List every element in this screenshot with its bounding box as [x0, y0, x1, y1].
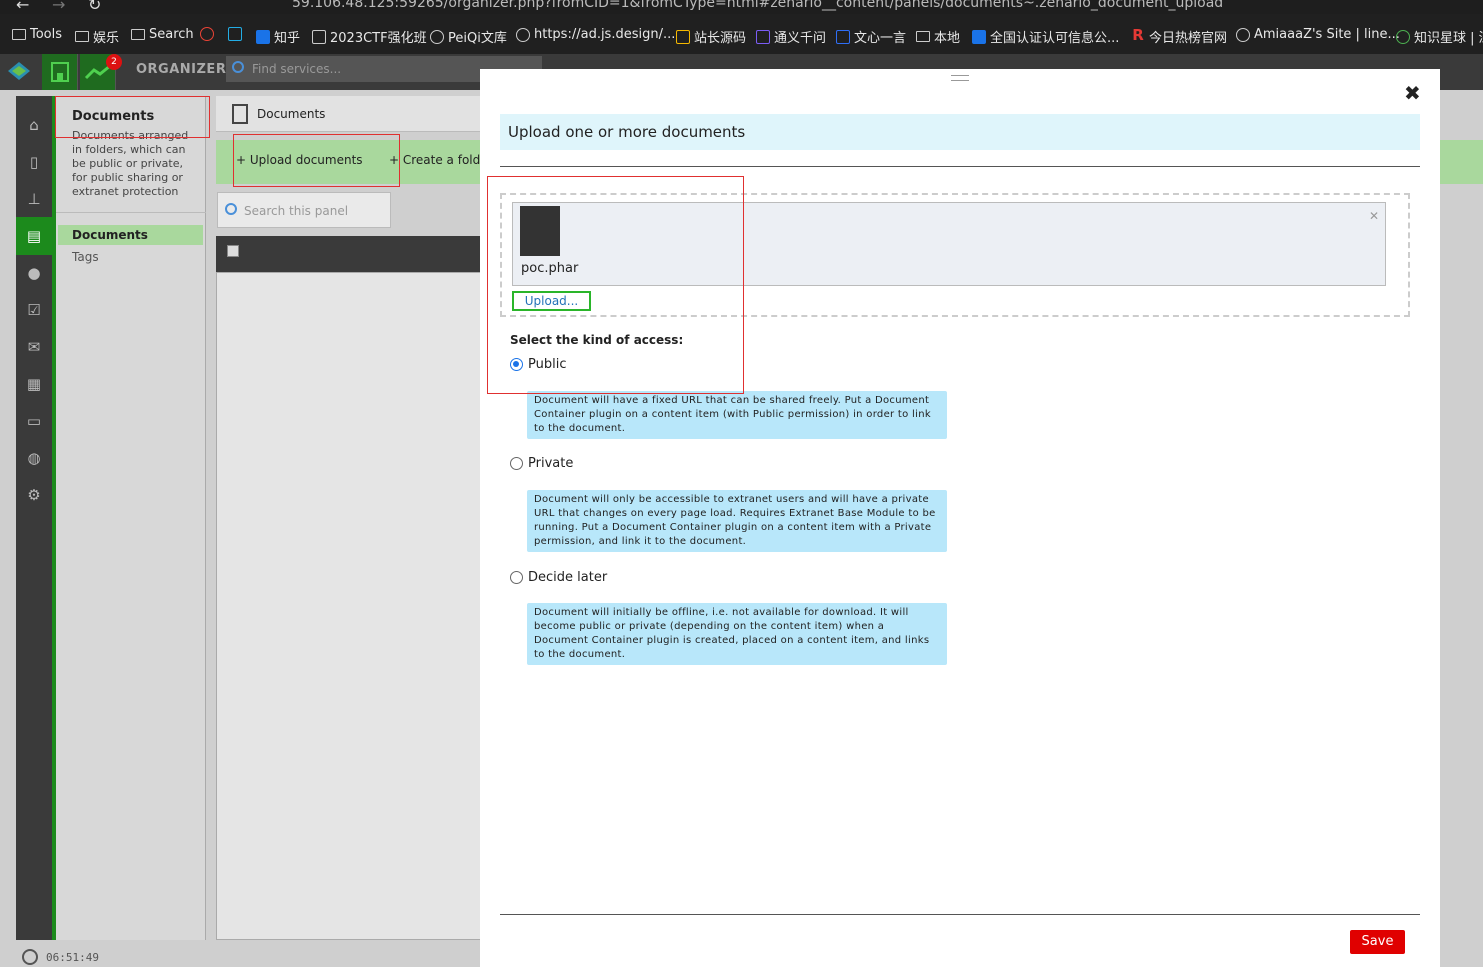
document-icon — [232, 104, 248, 124]
globe-icon — [430, 29, 444, 44]
page-icon[interactable]: ▯ — [25, 153, 43, 171]
bookmark-tophub[interactable]: R 今日热榜官网 — [1131, 27, 1227, 46]
folder-icon — [916, 31, 930, 42]
zhihu-icon — [256, 29, 270, 44]
table-header — [216, 236, 486, 272]
main-header: Documents — [216, 96, 486, 132]
remove-file-icon[interactable]: ✕ — [1369, 209, 1379, 223]
folder-icon — [75, 31, 89, 42]
radio-button[interactable] — [510, 457, 523, 470]
table-body — [216, 272, 486, 940]
reload-icon[interactable]: ↻ — [88, 0, 101, 14]
home-icon[interactable]: ⌂ — [25, 116, 43, 134]
highlight-box — [55, 96, 210, 138]
private-note: Document will only be accessible to extr… — [527, 490, 947, 552]
link-icon — [972, 29, 986, 44]
search-icon — [225, 203, 237, 215]
radio-button[interactable] — [510, 571, 523, 584]
home-tab[interactable] — [42, 54, 78, 90]
divider — [56, 212, 206, 213]
user-icon[interactable]: ● — [25, 264, 43, 282]
bookmark-amiaaaz[interactable]: AmiaaaZ's Site | line... — [1236, 27, 1400, 42]
create-folder-button[interactable]: + Create a folde — [389, 153, 488, 167]
status-time: 06:51:49 — [46, 951, 99, 964]
bookmark-jsdesign[interactable]: https://ad.js.design/... — [516, 27, 675, 42]
close-icon[interactable]: ✖ — [1404, 81, 1421, 105]
notification-badge: 2 — [106, 54, 122, 70]
bookmark-cnca[interactable]: 全国认证认可信息公... — [972, 27, 1119, 46]
main-header-title: Documents — [257, 107, 326, 121]
link-icon — [312, 29, 326, 44]
bookmark-local[interactable]: 本地 — [916, 27, 960, 46]
nav-rail: ⌂ ▯ ⊥ ▤ ● ☑ ✉ ▦ ▭ ◍ ⚙ — [16, 96, 52, 940]
zenario-logo[interactable] — [8, 62, 30, 80]
panel-item-tags[interactable]: Tags — [58, 247, 203, 267]
browser-url-bar: ← → ↻ 59.106.48.125:59265/organizer.php?… — [0, 0, 1483, 14]
link-icon — [756, 29, 770, 44]
gears-icon[interactable]: ⚙ — [25, 486, 43, 504]
search-icon — [232, 61, 244, 73]
google-icon — [200, 27, 214, 41]
bookmarks-bar: Tools 娱乐 Search 知乎 2023CTF强化班 PeiQi文库 ht… — [0, 14, 1483, 54]
bilibili-icon — [228, 27, 242, 41]
bookmark-entertainment[interactable]: 娱乐 — [75, 27, 119, 46]
layout-icon[interactable]: ▦ — [25, 375, 43, 393]
address-bar[interactable]: 59.106.48.125:59265/organizer.php?fromCI… — [292, 0, 1223, 11]
panel-item-documents[interactable]: Documents — [58, 225, 203, 245]
bookmark-wenxin[interactable]: 文心一言 — [836, 27, 906, 46]
mail-icon[interactable]: ✉ — [25, 338, 43, 356]
link-icon — [1396, 29, 1410, 44]
bookmark-tongyi[interactable]: 通义千问 — [756, 27, 826, 46]
globe-icon[interactable]: ◍ — [25, 449, 43, 467]
bookmark-search[interactable]: Search — [131, 27, 194, 42]
save-button[interactable]: Save — [1350, 930, 1405, 954]
documents-icon[interactable]: ▤ — [16, 217, 52, 255]
divider — [500, 166, 1420, 167]
organizer-title: ORGANIZER — [136, 62, 227, 77]
highlight-box — [487, 176, 744, 394]
bookmark-peiqi[interactable]: PeiQi文库 — [430, 27, 507, 46]
sitemap-icon[interactable]: ⊥ — [25, 190, 43, 208]
public-note: Document will have a fixed URL that can … — [527, 391, 947, 439]
globe-icon — [1236, 27, 1250, 42]
modal-title: Upload one or more documents — [500, 114, 1420, 150]
select-all-checkbox[interactable] — [227, 245, 239, 257]
radio-private[interactable]: Private — [510, 456, 573, 471]
forward-icon[interactable]: → — [52, 0, 65, 14]
decide-later-note: Document will initially be offline, i.e.… — [527, 603, 947, 665]
divider — [500, 914, 1420, 915]
checkbox-icon[interactable]: ☑ — [25, 301, 43, 319]
back-icon[interactable]: ← — [16, 0, 29, 14]
building-icon — [51, 62, 69, 82]
radio-decide-later[interactable]: Decide later — [510, 570, 607, 585]
drag-handle[interactable] — [951, 75, 969, 81]
bookmark-zhanzhang[interactable]: 站长源码 — [676, 27, 746, 46]
r-icon: R — [1132, 25, 1144, 44]
link-icon — [516, 27, 530, 42]
panel-description: Documents arranged in folders, which can… — [72, 129, 189, 198]
link-icon — [836, 29, 850, 44]
bookmark-zsxq[interactable]: 知识星球 | 深 — [1396, 27, 1483, 46]
bookmark-bilibili[interactable] — [228, 27, 242, 41]
bookmark-ctf[interactable]: 2023CTF强化班 — [312, 27, 427, 46]
link-icon — [676, 29, 690, 44]
bookmark-tools[interactable]: Tools — [12, 27, 62, 42]
bookmark-zhihu[interactable]: 知乎 — [256, 27, 300, 46]
folder-icon — [12, 29, 26, 40]
documents-panel: Documents Documents arranged in folders,… — [56, 96, 206, 940]
folder-icon — [131, 29, 145, 40]
search-panel-input[interactable]: Search this panel — [217, 192, 391, 228]
bookmark-google[interactable] — [200, 27, 214, 41]
clock-icon — [22, 949, 38, 965]
calendar-icon[interactable]: ▭ — [25, 412, 43, 430]
highlight-box — [233, 134, 400, 187]
